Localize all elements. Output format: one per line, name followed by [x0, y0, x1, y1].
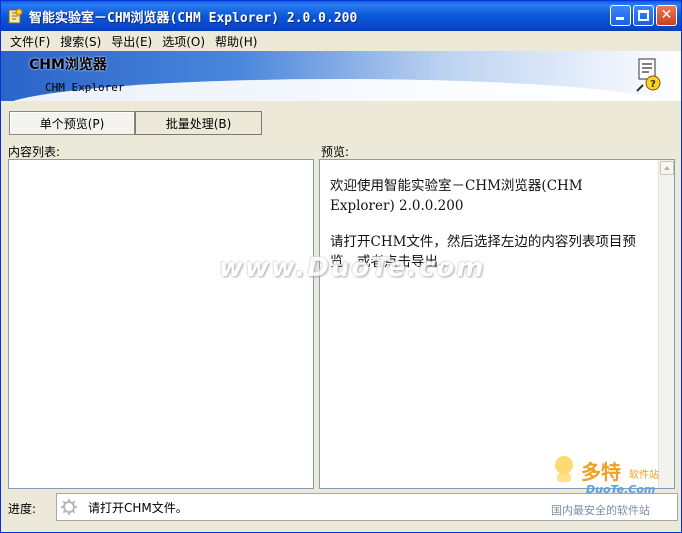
content-list-label: 内容列表: [8, 145, 61, 159]
watermark-brand: 多特 [581, 460, 621, 484]
menu-help[interactable]: 帮助(H) [210, 33, 262, 50]
menu-options[interactable]: 选项(O) [157, 33, 210, 50]
maximize-icon [638, 10, 649, 21]
menu-export[interactable]: 导出(E) [106, 33, 157, 50]
watermark-slogan: 国内最安全的软件站 [551, 504, 650, 517]
progress-label: 进度: [8, 502, 37, 516]
svg-text:?: ? [650, 79, 656, 90]
banner-title: CHM浏览器 [29, 57, 107, 73]
mascot-icon [555, 456, 573, 482]
status-text: 请打开CHM文件。 [88, 500, 188, 515]
app-icon [8, 8, 23, 24]
content-list-tree[interactable] [8, 159, 314, 489]
minimize-button[interactable] [610, 5, 631, 26]
tab-single-preview[interactable]: 单个预览(P) [9, 111, 135, 135]
menu-search[interactable]: 搜索(S) [55, 33, 106, 50]
preview-welcome-text: 欢迎使用智能实验室－CHM浏览器(CHM Explorer) 2.0.0.200 [330, 178, 583, 214]
watermark-center: www.DuoTe.com [219, 253, 486, 283]
preview-pane[interactable]: 欢迎使用智能实验室－CHM浏览器(CHM Explorer) 2.0.0.200… [319, 159, 675, 489]
banner-subtitle: CHM Explorer [45, 81, 125, 94]
menu-file[interactable]: 文件(F) [5, 33, 55, 50]
app-window: 智能实验室－CHM浏览器(CHM Explorer) 2.0.0.200 ✕ 文… [0, 0, 682, 533]
menu-bar: 文件(F) 搜索(S) 导出(E) 选项(O) 帮助(H) [1, 31, 681, 51]
close-button[interactable]: ✕ [656, 5, 677, 26]
watermark-brand-sub: 软件站 [629, 470, 659, 481]
minimize-icon [616, 17, 624, 20]
preview-scrollbar[interactable] [658, 160, 674, 488]
tab-batch-process[interactable]: 批量处理(B) [135, 111, 262, 135]
window-controls: ✕ [610, 5, 677, 26]
title-bar[interactable]: 智能实验室－CHM浏览器(CHM Explorer) 2.0.0.200 ✕ [1, 1, 681, 31]
maximize-button[interactable] [633, 5, 654, 26]
close-icon: ✕ [660, 7, 673, 23]
window-title: 智能实验室－CHM浏览器(CHM Explorer) 2.0.0.200 [29, 10, 358, 26]
progress-gear-icon [61, 499, 77, 515]
help-agent-icon: ? [636, 58, 661, 92]
preview-label: 预览: [321, 145, 350, 159]
scroll-up-button[interactable] [660, 161, 674, 175]
header-banner: CHM浏览器 CHM Explorer ? [1, 51, 681, 101]
